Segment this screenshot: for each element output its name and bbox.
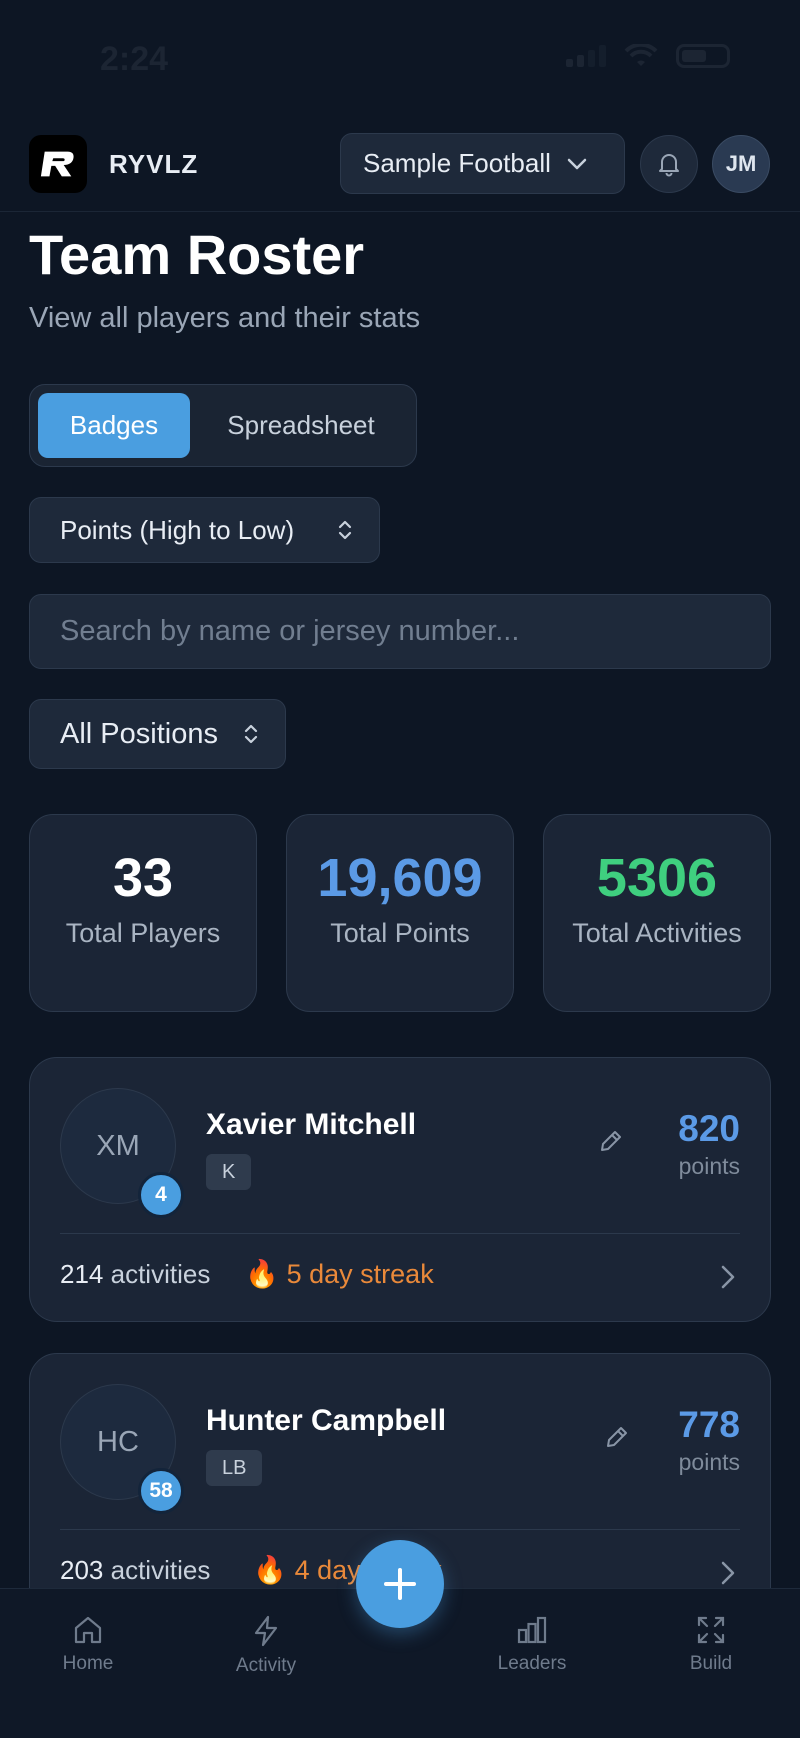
jersey-number-badge: 58	[138, 1468, 184, 1514]
chevron-right-icon[interactable]	[720, 1264, 736, 1290]
streak-text: 5 day streak	[286, 1258, 434, 1289]
jersey-number-badge: 4	[138, 1172, 184, 1218]
badges-tab[interactable]: Badges	[38, 393, 190, 458]
team-select[interactable]: Sample Football	[340, 133, 625, 194]
nav-home-label: Home	[62, 1653, 114, 1674]
stat-value: 19,609	[317, 848, 483, 908]
page-subtitle: View all players and their stats	[29, 302, 421, 334]
battery-icon	[676, 44, 730, 68]
bar-chart-icon	[517, 1616, 547, 1644]
stat-card-total-players: 33 Total Players	[29, 814, 257, 1012]
nav-leaders-label: Leaders	[497, 1653, 567, 1674]
points-value: 778	[678, 1404, 740, 1445]
chevron-right-icon[interactable]	[720, 1560, 736, 1586]
team-select-label: Sample Football	[363, 148, 551, 178]
player-name: Hunter Campbell	[206, 1404, 447, 1437]
position-badge: LB	[206, 1450, 263, 1486]
wifi-icon	[624, 44, 658, 66]
position-filter-select[interactable]: All Positions	[29, 699, 286, 769]
home-icon	[74, 1616, 102, 1644]
stat-label: Total Points	[330, 918, 470, 948]
activities-count: 214 activities	[60, 1259, 210, 1290]
user-avatar-button[interactable]: JM	[712, 135, 770, 193]
chevron-up-down-icon	[338, 520, 352, 540]
logo-icon	[40, 151, 74, 177]
lightning-icon	[254, 1615, 278, 1647]
player-card[interactable]: XM 4 Xavier Mitchell K 820 points 214 ac…	[29, 1057, 771, 1322]
activities-number: 203	[60, 1555, 104, 1585]
app-logo[interactable]	[29, 135, 87, 193]
nav-leaders[interactable]: Leaders	[472, 1601, 592, 1675]
position-filter-label: All Positions	[60, 717, 218, 750]
stat-value: 5306	[596, 848, 718, 908]
chevron-down-icon	[567, 158, 587, 169]
expand-icon	[697, 1616, 725, 1644]
fire-icon: 🔥	[253, 1555, 287, 1585]
streak-indicator: 🔥 5 day streak	[245, 1258, 434, 1290]
stat-card-total-activities: 5306 Total Activities	[543, 814, 771, 1012]
nav-activity[interactable]: Activity	[206, 1601, 326, 1677]
player-points: 820 points	[678, 1110, 740, 1180]
plus-icon	[384, 1568, 416, 1600]
divider	[60, 1529, 740, 1530]
activities-label: activities	[110, 1259, 211, 1289]
status-time: 2:24	[100, 40, 169, 78]
bell-icon	[659, 154, 679, 177]
add-button[interactable]	[356, 1540, 444, 1628]
chevron-up-down-icon	[244, 724, 258, 744]
points-label: points	[678, 1449, 740, 1475]
stat-card-total-points: 19,609 Total Points	[286, 814, 514, 1012]
points-label: points	[678, 1153, 740, 1179]
player-points: 778 points	[678, 1406, 740, 1476]
spreadsheet-tab[interactable]: Spreadsheet	[194, 393, 408, 458]
nav-build-label: Build	[689, 1653, 733, 1674]
nav-build[interactable]: Build	[651, 1601, 771, 1675]
points-value: 820	[678, 1108, 740, 1149]
activities-label: activities	[110, 1555, 211, 1585]
stat-label: Total Players	[65, 918, 221, 948]
edit-pencil-icon[interactable]	[604, 1424, 630, 1450]
page-title: Team Roster	[29, 223, 365, 286]
nav-home[interactable]: Home	[28, 1601, 148, 1675]
fire-icon: 🔥	[245, 1259, 279, 1289]
sort-select-label: Points (High to Low)	[60, 514, 295, 545]
nav-activity-label: Activity	[235, 1655, 297, 1676]
signal-icon	[566, 45, 606, 67]
activities-count: 203 activities	[60, 1555, 210, 1586]
search-input[interactable]	[29, 594, 771, 669]
brand-name: RYVLZ	[109, 149, 199, 179]
status-bar: 2:24	[0, 0, 800, 110]
app-header: RYVLZ Sample Football JM	[0, 132, 800, 212]
status-icons	[566, 44, 730, 68]
position-badge: K	[206, 1154, 252, 1190]
view-toggle: Badges Spreadsheet	[29, 384, 417, 467]
stat-value: 33	[112, 848, 174, 908]
stat-label: Total Activities	[572, 918, 742, 948]
divider	[60, 1233, 740, 1234]
notifications-button[interactable]	[640, 135, 698, 193]
activities-number: 214	[60, 1259, 104, 1289]
player-name: Xavier Mitchell	[206, 1108, 417, 1141]
sort-select[interactable]: Points (High to Low)	[29, 497, 380, 563]
edit-pencil-icon[interactable]	[598, 1128, 624, 1154]
